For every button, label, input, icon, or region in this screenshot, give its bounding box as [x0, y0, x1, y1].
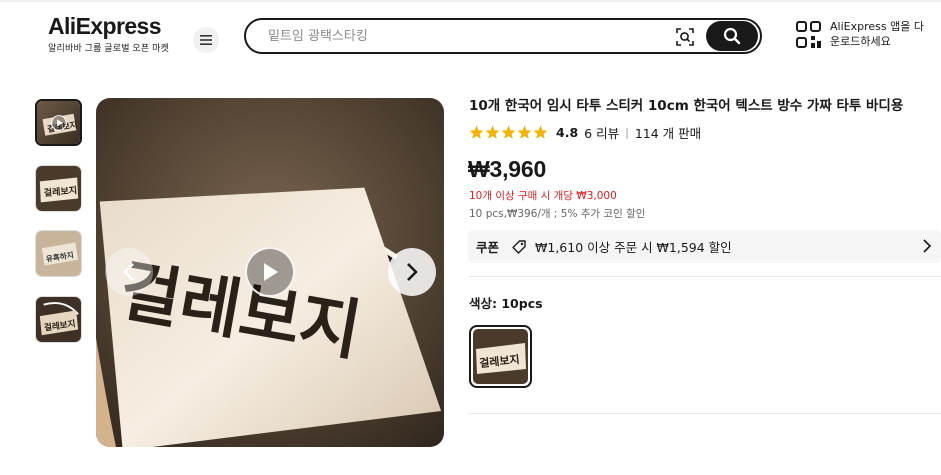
star-icon [517, 125, 532, 139]
star-icon [501, 125, 516, 139]
divider [468, 276, 941, 277]
bulk-price-note: 10개 이상 구매 시 개당 ₩3,000 [469, 190, 617, 202]
search-input[interactable] [268, 26, 648, 46]
star-icon [533, 125, 548, 139]
coupon-text: ₩1,610 이상 주문 시 ₩1,594 할인 [535, 240, 732, 255]
review-count-link[interactable]: 6 리뷰 [584, 123, 619, 142]
thumbnail-image: 유혹하지 [36, 231, 81, 276]
chevron-left-icon [123, 263, 134, 281]
app-download-line1: AliExpress 앱을 다 [830, 20, 924, 33]
tag-icon [512, 239, 526, 254]
gallery-thumbnail-video[interactable]: 걸레보지 [35, 99, 82, 146]
star-rating [469, 125, 548, 140]
thumbnail-image: 걸레보지 [36, 297, 81, 342]
hamburger-icon [200, 35, 212, 45]
aliexpress-logo[interactable]: AliExpress 알리바바 그룹 글로벌 오픈 마켓 [48, 12, 178, 54]
color-option-label: 색상: 10pcs [469, 296, 543, 311]
play-video-button[interactable] [245, 247, 295, 297]
gallery-thumbnail-3[interactable]: 유혹하지 [35, 230, 82, 277]
search-icon [723, 27, 741, 45]
separator: | [625, 125, 629, 139]
coupon-banner[interactable]: 쿠폰 ₩1,610 이상 주문 시 ₩1,594 할인 [468, 230, 941, 263]
thumbnail-image: 걸레보지 [36, 166, 81, 211]
app-download-link[interactable]: AliExpress 앱을 다 운로드하세요 [796, 19, 941, 53]
logo-wordmark: AliExpress [48, 13, 162, 39]
thumbnail-image: 걸레보지 [37, 101, 80, 144]
gallery-thumbnail-4[interactable]: 걸레보지 [35, 296, 82, 343]
star-icon [469, 125, 484, 139]
rating-value: 4.8 [556, 124, 579, 140]
swatch-image: 걸레보지 [473, 329, 528, 384]
bulk-discount-detail: 10 pcs,₩396/개 ; 5% 추가 코인 할인 [469, 208, 646, 220]
app-download-line2: 운로드하세요 [830, 35, 891, 48]
app-download-text: AliExpress 앱을 다 운로드하세요 [830, 19, 924, 49]
menu-button[interactable] [193, 27, 219, 53]
image-search-icon[interactable] [674, 26, 696, 48]
qr-code-icon [796, 21, 821, 48]
previous-image-button[interactable] [105, 248, 153, 296]
coupon-label: 쿠폰 [476, 240, 500, 255]
product-price: ₩3,960 [468, 156, 547, 182]
divider [468, 413, 941, 414]
star-icon [485, 125, 500, 139]
color-swatch-10pcs[interactable]: 걸레보지 [469, 325, 532, 388]
top-border [0, 0, 941, 2]
search-bar [244, 18, 762, 54]
rating-row[interactable]: 4.8 6 리뷰 | 114 개 판매 [469, 122, 701, 142]
chevron-right-icon [407, 263, 418, 281]
logo-tagline: 알리바바 그룹 글로벌 오픈 마켓 [48, 43, 170, 53]
chevron-right-icon [923, 239, 932, 253]
search-button[interactable] [706, 21, 758, 51]
next-image-button[interactable] [388, 248, 436, 296]
gallery-thumbnail-2[interactable]: 걸레보지 [35, 165, 82, 212]
main-product-image: 걸레보지 [96, 98, 444, 447]
play-icon [264, 263, 278, 281]
sold-count: 114 개 판매 [634, 125, 702, 141]
product-title: 10개 한국어 임시 타투 스티커 10cm 한국어 텍스트 방수 가짜 타투 … [469, 98, 904, 114]
